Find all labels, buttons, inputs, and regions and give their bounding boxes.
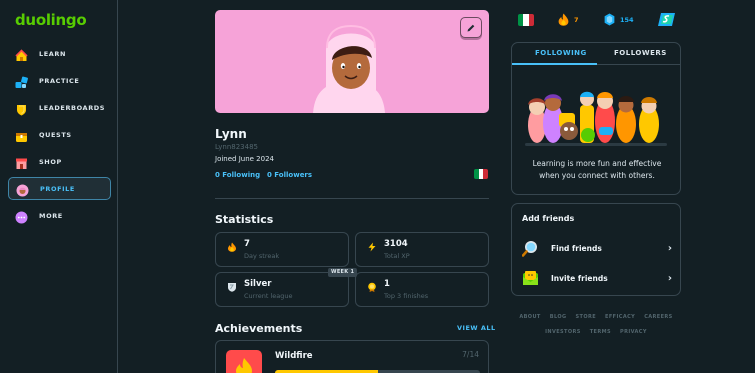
stat-label: Current league	[244, 292, 293, 300]
achievements-title: Achievements	[215, 322, 303, 335]
league-shield-icon	[228, 283, 236, 292]
shop-icon	[15, 155, 28, 169]
home-icon	[15, 47, 28, 61]
course-flag-button[interactable]	[518, 14, 534, 26]
magnifier-icon	[521, 240, 539, 257]
add-friends-panel: Add friends Find friends › Invite friend…	[511, 203, 681, 296]
statistics-title: Statistics	[215, 213, 274, 226]
sidebar-item-leaderboards[interactable]: LEADERBOARDS	[8, 96, 111, 119]
sidebar-item-label: PRACTICE	[39, 76, 80, 85]
footer-link-efficacy[interactable]: EFFICACY	[605, 314, 635, 320]
profile-joined-date: Joined June 2024	[215, 155, 274, 163]
duolingo-logo[interactable]: duolingo	[15, 11, 87, 29]
footer-links-row-1: ABOUT BLOG STORE EFFICACY CAREERS	[511, 314, 681, 320]
footer-link-about[interactable]: ABOUT	[519, 314, 540, 320]
profile-name: Lynn	[215, 127, 247, 141]
pencil-icon	[467, 24, 475, 31]
sidebar-item-practice[interactable]: PRACTICE	[8, 69, 111, 92]
sidebar-item-learn[interactable]: LEARN	[8, 42, 111, 65]
streak-counter[interactable]: 7	[558, 13, 579, 26]
super-button[interactable]	[657, 12, 676, 27]
achievement-name: Wildfire	[275, 351, 313, 361]
stat-label: Top 3 finishes	[384, 292, 429, 300]
stat-label: Day streak	[244, 252, 280, 260]
footer-link-terms[interactable]: TERMS	[590, 329, 611, 335]
sidebar-item-label: LEARN	[39, 49, 67, 58]
avatar-icon	[16, 182, 29, 197]
italian-flag-icon[interactable]	[474, 169, 488, 179]
stat-label: Total XP	[384, 252, 410, 260]
streak-count: 7	[574, 15, 579, 24]
stat-value: 3104	[384, 239, 408, 249]
invite-friends-row[interactable]: Invite friends ›	[522, 267, 672, 289]
following-link[interactable]: 0 Following	[215, 171, 260, 179]
achievement-card-wildfire[interactable]: Wildfire 7/14	[215, 340, 489, 373]
gems-counter[interactable]: 154	[604, 13, 634, 26]
tab-active-indicator	[512, 63, 597, 65]
edit-profile-button[interactable]	[460, 17, 482, 38]
footer-links-row-2: INVESTORS TERMS PRIVACY	[511, 329, 681, 335]
medal-icon	[368, 282, 376, 292]
stat-card-xp: 3104 Total XP	[355, 232, 489, 267]
sidebar-item-label: LEADERBOARDS	[39, 103, 106, 112]
footer-link-careers[interactable]: CAREERS	[644, 314, 672, 320]
footer-link-privacy[interactable]: PRIVACY	[620, 329, 647, 335]
super-icon	[658, 13, 675, 26]
fire-icon	[558, 13, 569, 26]
stat-value: Silver	[244, 279, 272, 289]
footer-link-blog[interactable]: BLOG	[550, 314, 567, 320]
italian-flag-icon	[518, 14, 534, 26]
more-icon	[15, 209, 28, 224]
gem-icon	[604, 13, 615, 26]
tab-following[interactable]: FOLLOWING	[535, 49, 587, 57]
friends-panel: FOLLOWING FOLLOWERS Learning is more fun…	[511, 42, 681, 195]
week-badge: WEEK 1	[328, 268, 358, 277]
stat-card-top3: 1 Top 3 finishes	[355, 272, 489, 307]
footer-link-investors[interactable]: INVESTORS	[545, 329, 581, 335]
profile-banner	[215, 10, 489, 113]
invite-friends-label: Invite friends	[551, 273, 608, 283]
sidebar-item-quests[interactable]: QUESTS	[8, 123, 111, 146]
sidebar-item-shop[interactable]: SHOP	[8, 150, 111, 173]
sidebar-item-profile[interactable]: PROFILE	[8, 177, 111, 200]
friends-illustration	[525, 91, 667, 146]
sidebar-item-more[interactable]: MORE	[8, 204, 111, 227]
chest-icon	[15, 128, 28, 142]
sidebar-item-label: PROFILE	[40, 184, 75, 193]
view-all-link[interactable]: VIEW ALL	[457, 324, 496, 332]
sidebar-item-label: SHOP	[39, 157, 62, 166]
profile-username: Lynn823485	[215, 143, 258, 151]
invite-envelope-icon	[522, 270, 539, 287]
chevron-right-icon: ›	[667, 242, 672, 254]
followers-link[interactable]: 0 Followers	[267, 171, 312, 179]
lightning-icon	[368, 242, 376, 252]
chevron-right-icon: ›	[667, 272, 672, 284]
friends-empty-message: Learning is more fun and effective when …	[532, 159, 662, 180]
shield-icon	[15, 101, 28, 116]
stat-value: 1	[384, 279, 390, 289]
sidebar-item-label: MORE	[39, 211, 63, 220]
stat-card-streak: 7 Day streak	[215, 232, 349, 267]
find-friends-row[interactable]: Find friends ›	[521, 237, 672, 259]
sidebar: duolingo LEARN PRACTICE LEADERBOARDS QUE…	[0, 0, 118, 373]
wildfire-badge-icon	[226, 350, 262, 373]
achievement-count: 7/14	[462, 350, 479, 359]
practice-icon	[15, 74, 28, 88]
stat-value: 7	[244, 239, 250, 249]
avatar-illustration	[313, 24, 385, 113]
add-friends-title: Add friends	[522, 214, 575, 223]
sidebar-item-label: QUESTS	[39, 130, 72, 139]
find-friends-label: Find friends	[551, 243, 602, 253]
tab-followers[interactable]: FOLLOWERS	[614, 49, 667, 57]
stat-card-league: Silver Current league	[215, 272, 349, 307]
fire-icon	[228, 242, 236, 252]
gem-count: 154	[620, 15, 634, 24]
divider	[215, 198, 489, 199]
footer-link-store[interactable]: STORE	[576, 314, 597, 320]
